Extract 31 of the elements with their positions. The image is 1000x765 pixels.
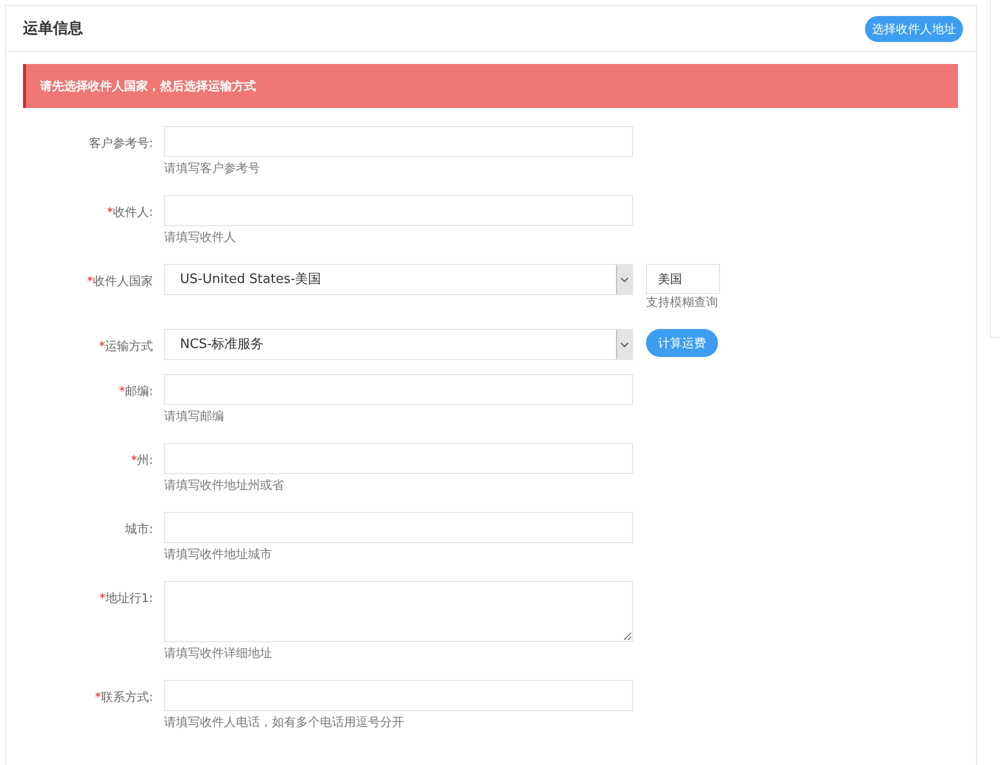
field-label: *地址行1: <box>99 591 153 605</box>
input-field[interactable] <box>164 126 633 157</box>
input-field[interactable] <box>164 680 633 711</box>
hint-text: 支持模糊查询 <box>646 294 719 310</box>
select-field[interactable]: US-United States-美国 <box>164 264 633 295</box>
field-label: *收件人: <box>106 205 153 219</box>
hint-text: 请填写收件人 <box>164 229 237 245</box>
alert-text: 请先选择收件人国家，然后选择运输方式 <box>40 78 256 95</box>
hint-text: 请填写收件详细地址 <box>164 645 273 661</box>
search-field[interactable]: 美国 <box>646 264 720 294</box>
input-field[interactable] <box>164 374 633 405</box>
hint-text: 请填写收件地址州或省 <box>164 477 285 493</box>
select-field[interactable]: NCS-标准服务 <box>164 329 633 360</box>
caret-icon <box>620 342 629 348</box>
textarea-field[interactable] <box>164 581 633 642</box>
hint-text: 请填写客户参考号 <box>164 160 261 176</box>
field-label: *联系方式: <box>94 690 153 704</box>
field-label: 城市: <box>124 522 153 536</box>
field-label: *邮编: <box>118 384 153 398</box>
field-label: 客户参考号: <box>88 136 153 150</box>
panel-title: 运单信息 <box>23 18 83 40</box>
caret-icon <box>620 276 629 282</box>
hint-text: 请填写收件地址城市 <box>164 546 273 562</box>
field-label: *收件人国家 <box>87 274 153 288</box>
hint-text: 请填写邮编 <box>164 408 225 424</box>
field-label: *州: <box>130 453 153 467</box>
hint-text: 请填写收件人电话，如有多个电话用逗号分开 <box>164 714 405 730</box>
input-field[interactable] <box>164 512 633 543</box>
input-field[interactable] <box>164 443 633 474</box>
input-field[interactable] <box>164 195 633 226</box>
field-label: *运输方式 <box>99 339 153 353</box>
